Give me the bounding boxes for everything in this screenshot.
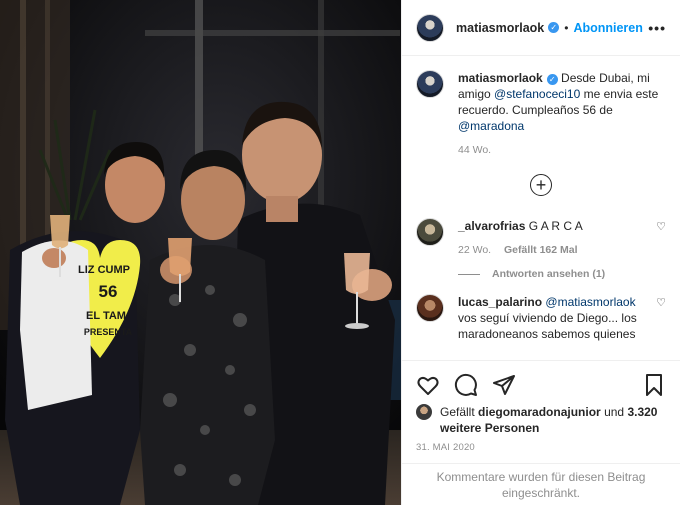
caption: matiasmorlaok ✓ Desde Dubai, mi amigo @st… bbox=[416, 56, 666, 158]
shirt-text-line2: 56 bbox=[99, 282, 118, 301]
view-replies-label[interactable]: Antworten ansehen (1) bbox=[492, 268, 605, 280]
heart-icon[interactable]: ♡ bbox=[656, 296, 666, 342]
shirt-text-line4: PRESENTA bbox=[84, 327, 133, 337]
shirt-text-line3: EL TAM bbox=[86, 310, 126, 322]
shirt-text-line1: LIZ CUMP bbox=[78, 264, 130, 276]
load-more-comments: + bbox=[416, 158, 666, 204]
photo-illustration: LIZ CUMP 56 EL TAM PRESENTA bbox=[0, 0, 401, 505]
comment-username[interactable]: _alvarofrias bbox=[458, 219, 525, 233]
comment-body: _alvarofrias G A R C A 22 Wo. Gefällt 16… bbox=[458, 218, 650, 258]
caption-body: matiasmorlaok ✓ Desde Dubai, mi amigo @st… bbox=[458, 70, 666, 158]
verified-badge-icon: ✓ bbox=[548, 22, 560, 33]
verified-badge-icon: ✓ bbox=[546, 74, 558, 85]
replies-divider bbox=[458, 273, 480, 275]
comments-restricted-notice: Kommentare wurden für diesen Beitrag ein… bbox=[402, 463, 680, 505]
heart-icon[interactable] bbox=[416, 373, 440, 397]
comment-text: G A R C A bbox=[528, 219, 583, 233]
separator-dot: • bbox=[564, 20, 569, 35]
avatar[interactable] bbox=[416, 70, 444, 98]
header-username[interactable]: matiasmorlaok bbox=[456, 21, 544, 35]
avatar[interactable] bbox=[416, 218, 444, 246]
liked-by-text: Gefällt diegomaradonajunior und 3.320 we… bbox=[440, 404, 666, 436]
caption-mention-2[interactable]: @maradona bbox=[458, 119, 524, 133]
comment-icon[interactable] bbox=[454, 373, 478, 397]
comments-list[interactable]: matiasmorlaok ✓ Desde Dubai, mi amigo @st… bbox=[402, 56, 680, 360]
post-date[interactable]: 31. MAI 2020 bbox=[402, 436, 680, 453]
comment-meta: 22 Wo. Gefällt 162 Mal bbox=[458, 242, 650, 258]
caption-meta: 44 Wo. bbox=[458, 142, 666, 158]
view-replies[interactable]: Antworten ansehen (1) bbox=[458, 268, 666, 280]
liked-by-prefix: Gefällt bbox=[440, 405, 475, 419]
heart-icon[interactable]: ♡ bbox=[656, 220, 666, 258]
comment-age[interactable]: 22 Wo. bbox=[458, 244, 491, 256]
caption-age[interactable]: 44 Wo. bbox=[458, 144, 491, 156]
avatar[interactable] bbox=[416, 294, 444, 322]
avatar[interactable] bbox=[416, 13, 444, 42]
liked-by-conj: und bbox=[604, 405, 625, 419]
caption-mention-1[interactable]: @stefanoceci10 bbox=[494, 87, 580, 101]
action-bar bbox=[402, 360, 680, 400]
comment-likes[interactable]: Gefällt 162 Mal bbox=[504, 244, 578, 256]
follow-button[interactable]: Abonnieren bbox=[573, 21, 642, 35]
liked-by-user[interactable]: diegomaradonajunior bbox=[478, 405, 601, 419]
comment-body: lucas_palarino @matiasmorlaok vos seguí … bbox=[458, 294, 650, 342]
paper-plane-icon[interactable] bbox=[492, 373, 516, 397]
comment: lucas_palarino @matiasmorlaok vos seguí … bbox=[416, 280, 666, 342]
post-side-panel: matiasmorlaok ✓ • Abonnieren ••• matiasm… bbox=[401, 0, 680, 505]
plus-circle-icon[interactable]: + bbox=[530, 174, 552, 196]
caption-username[interactable]: matiasmorlaok bbox=[458, 71, 543, 85]
more-options-icon[interactable]: ••• bbox=[648, 20, 666, 36]
comment-username[interactable]: lucas_palarino bbox=[458, 295, 542, 309]
comment-text: vos seguí viviendo de Diego... los marad… bbox=[458, 311, 637, 341]
avatar[interactable] bbox=[416, 404, 432, 420]
post-photo[interactable]: LIZ CUMP 56 EL TAM PRESENTA bbox=[0, 0, 401, 505]
post-header: matiasmorlaok ✓ • Abonnieren ••• bbox=[402, 0, 680, 56]
instagram-post: LIZ CUMP 56 EL TAM PRESENTA matiasmorlao… bbox=[0, 0, 680, 505]
comment-mention[interactable]: @matiasmorlaok bbox=[545, 295, 635, 309]
bookmark-icon[interactable] bbox=[642, 373, 666, 397]
comment: _alvarofrias G A R C A 22 Wo. Gefällt 16… bbox=[416, 204, 666, 258]
liked-by: Gefällt diegomaradonajunior und 3.320 we… bbox=[402, 400, 680, 436]
